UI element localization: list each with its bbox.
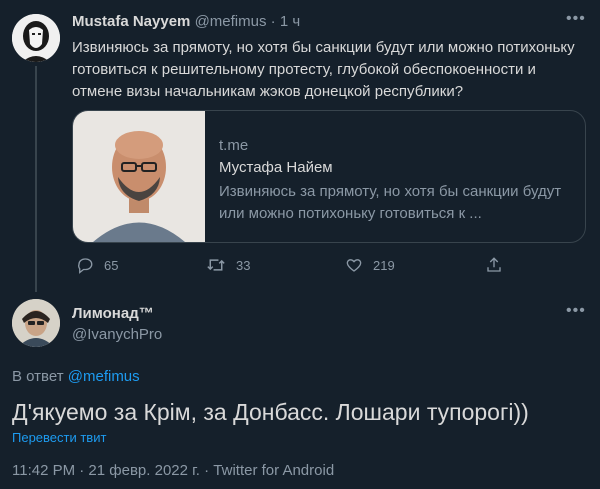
parent-tweet-text: Извиняюсь за прямоту, но хотя бы санкции… — [72, 39, 575, 100]
card-domain: t.me — [219, 137, 249, 154]
replying-to: В ответ @mefimus — [12, 368, 140, 385]
reply-icon — [76, 256, 94, 274]
card-title: Мустафа Найем — [219, 159, 333, 176]
parent-timestamp[interactable]: 1 ч — [280, 13, 300, 30]
more-icon[interactable]: ••• — [566, 302, 586, 320]
translate-tweet-link[interactable]: Перевести твит — [12, 430, 106, 445]
like-count: 219 — [373, 257, 395, 273]
like-icon — [345, 256, 363, 274]
reply-tweet-text: Д'якуемо за Крім, за Донбасс. Лошари туп… — [12, 399, 529, 425]
reply-mention-link[interactable]: @mefimus — [68, 368, 140, 385]
like-button[interactable]: 219 — [345, 256, 395, 274]
retweet-icon — [206, 256, 226, 274]
retweet-button[interactable]: 33 — [206, 256, 250, 274]
reply-author-handle[interactable]: @IvanychPro — [72, 326, 162, 343]
reply-count: 65 — [104, 257, 119, 273]
parent-tweet-header: Mustafa Nayyem @mefimus · 1 ч — [72, 13, 300, 30]
more-icon[interactable]: ••• — [566, 10, 586, 28]
reply-author-name[interactable]: Лимонад™ — [72, 305, 154, 322]
card-description: Извиняюсь за прямоту, но хотя бы санкции… — [219, 183, 562, 222]
share-button[interactable] — [485, 256, 503, 274]
avatar-mustafa[interactable] — [12, 14, 60, 62]
share-icon — [485, 256, 503, 274]
reply-button[interactable]: 65 — [76, 256, 118, 274]
card-image — [73, 111, 205, 242]
thread-line — [35, 66, 37, 292]
retweet-count: 33 — [236, 257, 251, 273]
parent-author-handle[interactable]: @mefimus — [195, 13, 267, 30]
header-separator: · — [270, 13, 276, 30]
tweet-meta[interactable]: 11:42 PM · 21 февр. 2022 г. · Twitter fo… — [12, 462, 334, 479]
reply-prefix: В ответ — [12, 368, 64, 385]
avatar-limonad[interactable] — [12, 299, 60, 347]
parent-author-name[interactable]: Mustafa Nayyem — [72, 13, 190, 30]
link-card[interactable]: t.me Мустафа Найем Извиняюсь за прямоту,… — [72, 110, 586, 243]
